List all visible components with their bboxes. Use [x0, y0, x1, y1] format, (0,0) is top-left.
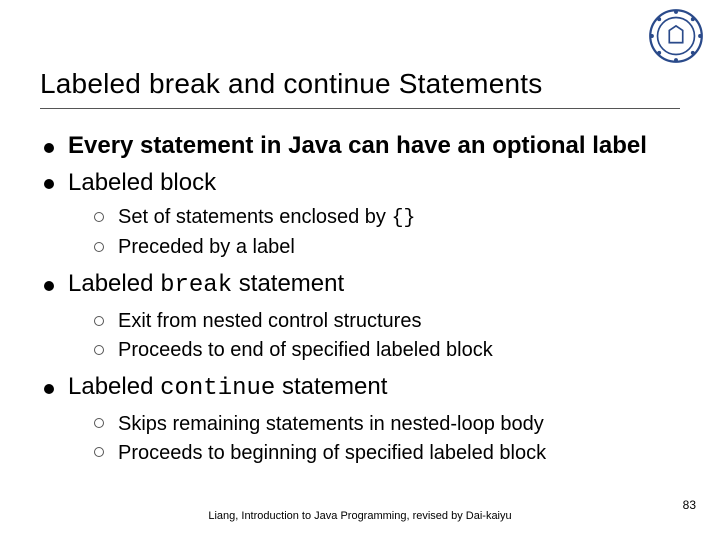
bullet-text-post: statement: [232, 270, 344, 297]
sub-item: Proceeds to beginning of specified label…: [94, 440, 680, 467]
page-number: 83: [683, 498, 696, 512]
sub-text: Proceeds to beginning of specified label…: [118, 442, 546, 464]
sub-text: Proceeds to end of specified labeled blo…: [118, 339, 493, 361]
bullet-text-post: statement: [275, 373, 387, 400]
footer-citation: Liang, Introduction to Java Programming,…: [0, 510, 720, 522]
bullet-item: Labeled continue statement Skips remaini…: [40, 372, 680, 467]
bullet-item: Every statement in Java can have an opti…: [40, 131, 680, 162]
sub-text: Set of statements enclosed by: [118, 206, 392, 228]
sub-item: Set of statements enclosed by {}: [94, 204, 680, 232]
university-seal-logo: [648, 8, 704, 64]
sub-item: Proceeds to end of specified labeled blo…: [94, 337, 680, 364]
sub-item: Preceded by a label: [94, 234, 680, 261]
slide: Labeled break and continue Statements Ev…: [0, 0, 720, 540]
sub-list: Exit from nested control structures Proc…: [68, 308, 680, 364]
bullet-item: Labeled break statement Exit from nested…: [40, 269, 680, 364]
bullet-text: Every statement in Java can have an opti…: [68, 132, 647, 159]
slide-title: Labeled break and continue Statements: [40, 68, 680, 100]
bullet-text-pre: Labeled: [68, 270, 160, 297]
sub-text: Preceded by a label: [118, 236, 295, 258]
sub-text: Skips remaining statements in nested-loo…: [118, 413, 544, 435]
bullet-list: Every statement in Java can have an opti…: [40, 131, 680, 467]
title-underline: [40, 108, 680, 109]
bullet-item: Labeled block Set of statements enclosed…: [40, 168, 680, 262]
sub-list: Skips remaining statements in nested-loo…: [68, 411, 680, 467]
sub-item: Skips remaining statements in nested-loo…: [94, 411, 680, 438]
sub-item: Exit from nested control structures: [94, 308, 680, 335]
sub-list: Set of statements enclosed by {} Precede…: [68, 204, 680, 261]
bullet-text-pre: Labeled: [68, 373, 160, 400]
code-text: {}: [392, 207, 416, 230]
code-text: continue: [160, 375, 275, 402]
code-text: break: [160, 272, 232, 299]
bullet-text: Labeled block: [68, 169, 216, 196]
sub-text: Exit from nested control structures: [118, 310, 421, 332]
